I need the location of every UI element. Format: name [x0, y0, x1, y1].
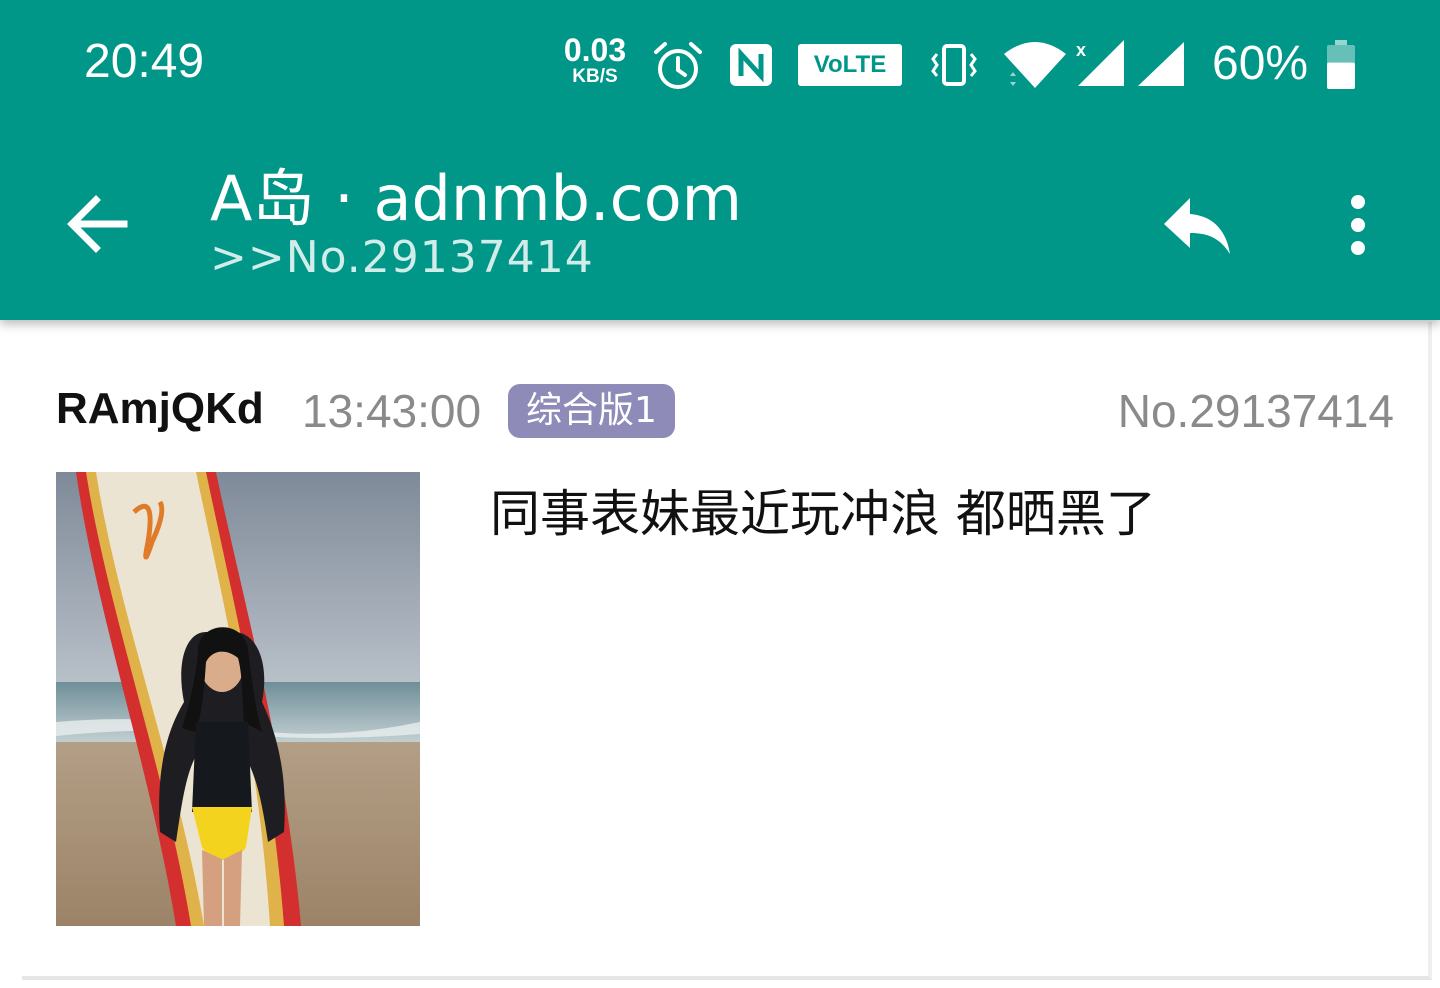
more-vert-icon[interactable]	[1330, 190, 1386, 260]
toolbar-subtitle: >>No.29137414	[210, 232, 594, 283]
toolbar-title: A岛 · adnmb.com	[210, 162, 743, 235]
nfc-icon	[730, 44, 772, 86]
post-image[interactable]	[56, 472, 420, 926]
reply-icon[interactable]	[1160, 190, 1236, 260]
post-number[interactable]: No.29137414	[1118, 384, 1394, 438]
surfer-photo	[56, 472, 420, 926]
network-speed: 0.03 KB/S	[562, 34, 628, 88]
volte-label: VoLTE	[813, 51, 887, 78]
svg-text:x: x	[1076, 40, 1086, 60]
wifi-icon	[1004, 42, 1066, 88]
post-card[interactable]: RAmjQKd 13:43:00 综合版1 No.29137414 同事表妹最近…	[22, 322, 1432, 980]
back-arrow-icon[interactable]	[60, 186, 136, 262]
board-badge[interactable]: 综合版1	[508, 384, 675, 438]
app-bar: 20:49 0.03 KB/S VoLTE x 60% A岛 · adnmb.c…	[0, 0, 1440, 320]
status-time: 20:49	[84, 35, 205, 88]
volte-icon: VoLTE	[798, 44, 902, 86]
post-user-id: RAmjQKd	[56, 384, 264, 433]
signal-icon-2	[1138, 42, 1184, 86]
battery-icon	[1327, 40, 1355, 89]
post-time: 13:43:00	[302, 385, 482, 437]
post-content: 同事表妹最近玩冲浪 都晒黑了	[490, 485, 1156, 543]
network-speed-value: 0.03	[563, 32, 627, 68]
signal-icon: x	[1076, 40, 1124, 86]
vibrate-icon	[931, 44, 977, 86]
battery-percent: 60%	[1212, 37, 1309, 90]
alarm-icon	[654, 42, 702, 89]
network-speed-unit: KB/S	[572, 66, 618, 87]
